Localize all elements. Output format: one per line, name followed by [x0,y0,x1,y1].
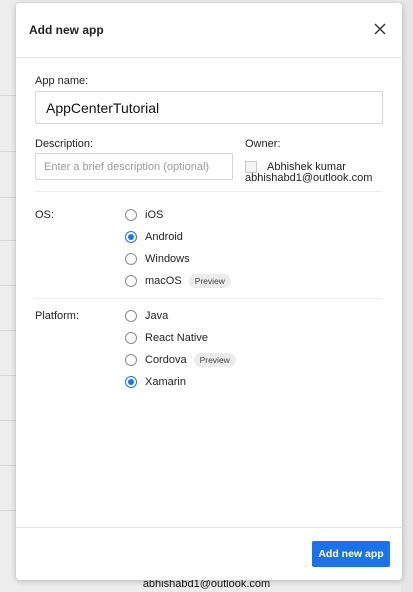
background-divider [0,151,16,152]
description-input[interactable] [35,153,233,180]
close-icon [374,23,386,35]
radio-react-native[interactable] [125,332,137,344]
close-button[interactable] [370,19,390,39]
background-divider [0,95,16,96]
os-option-windows[interactable]: Windows [125,251,190,267]
os-option-label: iOS [145,209,164,221]
background-divider [0,330,16,331]
platform-option-label: Cordova [145,354,187,366]
background-divider [0,510,16,511]
os-option-ios[interactable]: iOS [125,207,163,223]
platform-option-java[interactable]: Java [125,308,168,324]
platform-option-xamarin[interactable]: Xamarin [125,374,186,390]
os-label: OS: [35,209,54,221]
radio-android[interactable] [125,231,137,243]
preview-badge: Preview [188,274,231,288]
dialog-footer-divider [16,527,402,528]
os-option-label: Android [145,231,183,243]
background-divider [0,420,16,421]
app-name-label: App name: [35,75,89,87]
background-scroll-area [401,0,413,592]
os-option-android[interactable]: Android [125,229,183,245]
background-divider [0,375,16,376]
os-option-label: Windows [145,253,190,265]
platform-option-label: React Native [145,332,208,344]
preview-badge: Preview [193,353,236,367]
platform-option-label: Xamarin [145,376,186,388]
dialog-title: Add new app [29,23,104,37]
radio-java[interactable] [125,310,137,322]
background-divider [0,465,16,466]
section-divider [35,298,383,299]
platform-option-label: Java [145,310,169,322]
description-label: Description: [35,138,94,150]
platform-option-cordova[interactable]: Cordova Preview [125,352,236,368]
radio-cordova[interactable] [125,354,137,366]
radio-xamarin[interactable] [125,376,137,388]
radio-windows[interactable] [125,253,137,265]
app-name-input[interactable] [35,91,383,124]
platform-label: Platform: [35,310,80,322]
owner-label: Owner: [245,138,281,150]
dialog-header: Add new app [16,3,402,58]
background-divider [0,240,16,241]
background-divider [0,285,16,286]
radio-macos[interactable] [125,275,137,287]
os-option-macos[interactable]: macOS Preview [125,273,231,289]
radio-ios[interactable] [125,209,137,221]
background-divider [0,197,16,198]
add-app-dialog: Add new app App name: Description: Owner… [16,3,402,580]
os-option-label: macOS [145,275,182,287]
section-divider [35,191,383,192]
add-new-app-button[interactable]: Add new app [312,541,390,567]
owner-email: abhishabd1@outlook.com [245,172,373,184]
platform-option-react-native[interactable]: React Native [125,330,208,346]
